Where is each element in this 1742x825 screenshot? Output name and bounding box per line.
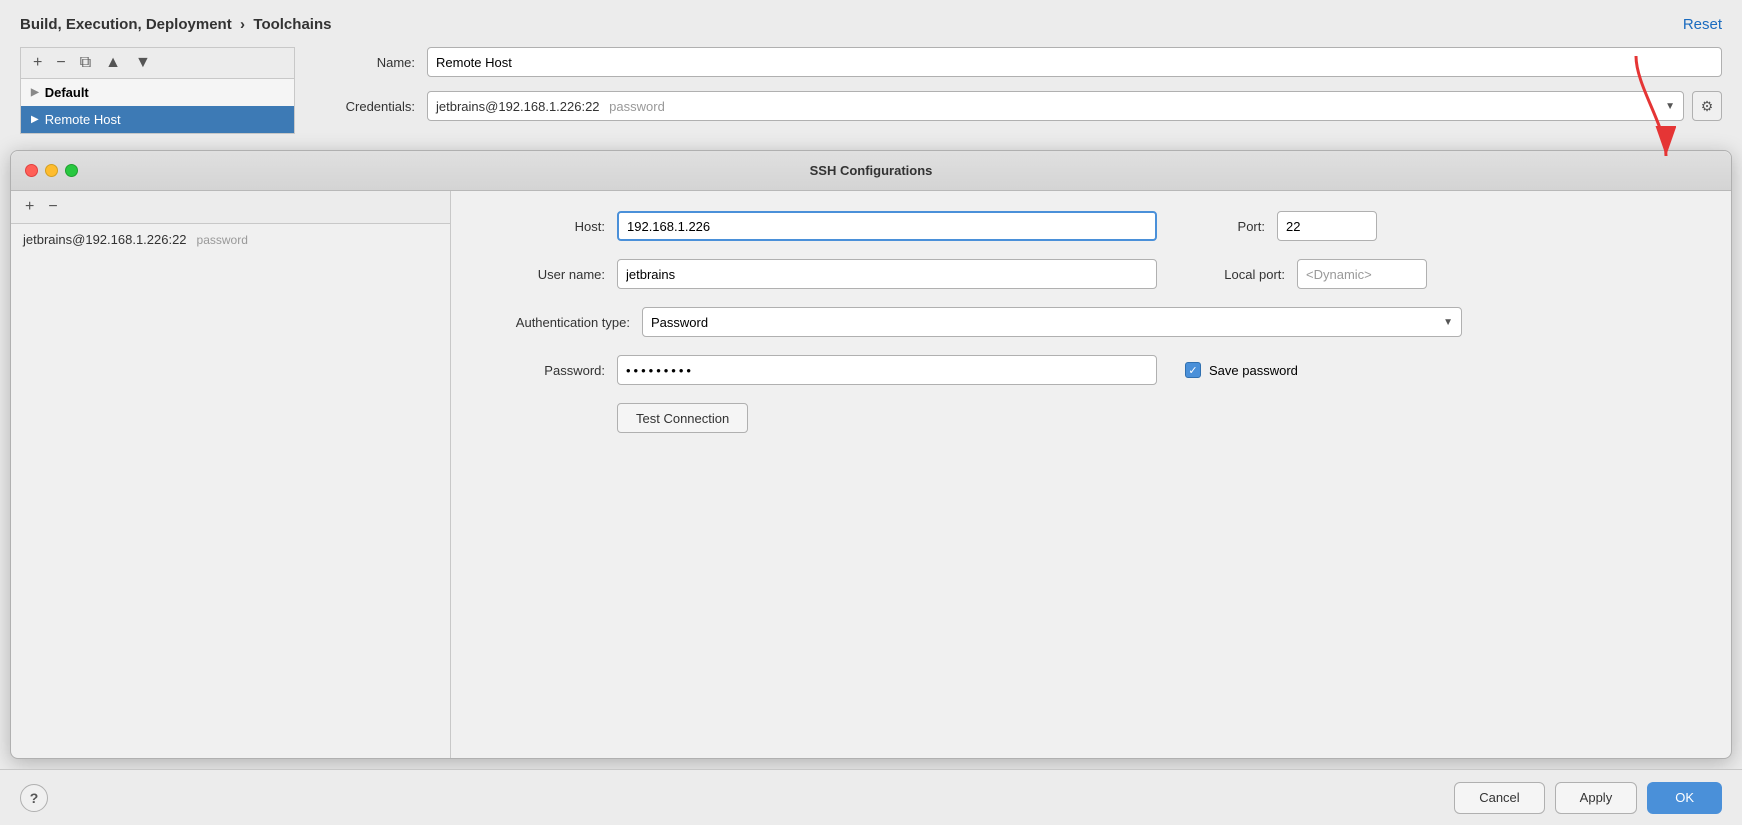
remove-toolchain-button[interactable]: − (52, 53, 69, 73)
maximize-window-button[interactable] (65, 164, 78, 177)
move-down-button[interactable]: ▼ (131, 53, 155, 73)
ok-button[interactable]: OK (1647, 782, 1722, 814)
top-content: + − ⧉ ▲ ▼ ▶ Default ▶ Remote Host (20, 47, 1722, 134)
top-form: Name: Credentials: jetbrains@192.168.1.2… (315, 47, 1722, 134)
host-input[interactable] (617, 211, 1157, 241)
add-toolchain-button[interactable]: + (29, 53, 46, 73)
move-up-button[interactable]: ▲ (101, 53, 125, 73)
add-ssh-button[interactable]: + (21, 197, 38, 217)
breadcrumb: Build, Execution, Deployment › Toolchain… (20, 16, 331, 33)
ssh-item-hint: password (197, 233, 248, 247)
close-window-button[interactable] (25, 164, 38, 177)
credentials-row: Credentials: jetbrains@192.168.1.226:22 … (315, 91, 1722, 121)
window-controls (25, 164, 78, 177)
copy-toolchain-button[interactable]: ⧉ (76, 53, 95, 73)
collapse-icon: ▶ (31, 87, 39, 98)
password-label: Password: (475, 363, 605, 378)
test-connection-row: Test Connection (617, 403, 1707, 433)
host-label: Host: (475, 219, 605, 234)
credentials-label: Credentials: (315, 99, 415, 114)
username-label: User name: (475, 267, 605, 282)
outer-dialog: Build, Execution, Deployment › Toolchain… (0, 0, 1742, 825)
credentials-hint: password (609, 99, 665, 114)
breadcrumb-part2: Toolchains (253, 16, 331, 33)
save-password-label: Save password (1209, 363, 1298, 378)
sidebar-item-label: Default (45, 85, 89, 100)
name-input[interactable] (427, 47, 1722, 77)
save-password-checkbox[interactable]: ✓ (1185, 362, 1201, 378)
ssh-titlebar: SSH Configurations (11, 151, 1731, 191)
reset-button[interactable]: Reset (1683, 16, 1722, 33)
port-input[interactable] (1277, 211, 1377, 241)
password-row: Password: ✓ Save password (475, 355, 1707, 385)
auth-type-row: Authentication type: Password ▼ (475, 307, 1707, 337)
apply-button[interactable]: Apply (1555, 782, 1638, 814)
top-sidebar: + − ⧉ ▲ ▼ ▶ Default ▶ Remote Host (20, 47, 295, 134)
test-connection-button[interactable]: Test Connection (617, 403, 748, 433)
remove-ssh-button[interactable]: − (44, 197, 61, 217)
sidebar-item-default[interactable]: ▶ Default (21, 79, 294, 106)
top-panel: Build, Execution, Deployment › Toolchain… (0, 0, 1742, 150)
minimize-window-button[interactable] (45, 164, 58, 177)
name-label: Name: (315, 55, 415, 70)
credentials-select[interactable]: jetbrains@192.168.1.226:22 password ▼ (427, 91, 1684, 121)
local-port-input[interactable] (1297, 259, 1427, 289)
ssh-left-panel: + − jetbrains@192.168.1.226:22 password (11, 191, 451, 758)
top-sidebar-toolbar: + − ⧉ ▲ ▼ (21, 48, 294, 79)
ssh-toolbar: + − (11, 191, 450, 224)
credentials-value: jetbrains@192.168.1.226:22 (436, 99, 600, 114)
credentials-dropdown-arrow: ▼ (1665, 101, 1675, 112)
ssh-item-main: jetbrains@192.168.1.226:22 (23, 232, 187, 247)
sidebar-item-label-2: Remote Host (45, 112, 121, 127)
auth-type-value: Password (651, 315, 708, 330)
bottom-buttons: Cancel Apply OK (1454, 782, 1722, 814)
password-input[interactable] (617, 355, 1157, 385)
ssh-dialog: SSH Configurations + − (10, 150, 1732, 759)
sidebar-item-remote-host[interactable]: ▶ Remote Host (21, 106, 294, 133)
ssh-form: Host: Port: User name: Local port: Authe… (451, 191, 1731, 758)
breadcrumb-part1: Build, Execution, Deployment (20, 16, 232, 33)
breadcrumb-separator: › (240, 16, 245, 33)
auth-type-label: Authentication type: (475, 315, 630, 330)
cancel-button[interactable]: Cancel (1454, 782, 1544, 814)
breadcrumb-row: Build, Execution, Deployment › Toolchain… (20, 16, 1722, 33)
collapse-icon-2: ▶ (31, 114, 39, 125)
local-port-label: Local port: (1185, 267, 1285, 282)
name-row: Name: (315, 47, 1722, 77)
username-localport-row: User name: Local port: (475, 259, 1707, 289)
gear-button[interactable]: ⚙ (1692, 91, 1722, 121)
ssh-list-item[interactable]: jetbrains@192.168.1.226:22 password (11, 224, 450, 255)
save-password-area: ✓ Save password (1185, 362, 1298, 378)
credentials-controls: jetbrains@192.168.1.226:22 password ▼ ⚙ (427, 91, 1722, 121)
ssh-dialog-title: SSH Configurations (810, 163, 933, 178)
auth-type-arrow: ▼ (1443, 317, 1453, 328)
ssh-body: + − jetbrains@192.168.1.226:22 password … (11, 191, 1731, 758)
port-label: Port: (1185, 219, 1265, 234)
host-port-row: Host: Port: (475, 211, 1707, 241)
auth-type-select[interactable]: Password ▼ (642, 307, 1462, 337)
bottom-bar: ? Cancel Apply OK (0, 769, 1742, 825)
username-input[interactable] (617, 259, 1157, 289)
help-button[interactable]: ? (20, 784, 48, 812)
